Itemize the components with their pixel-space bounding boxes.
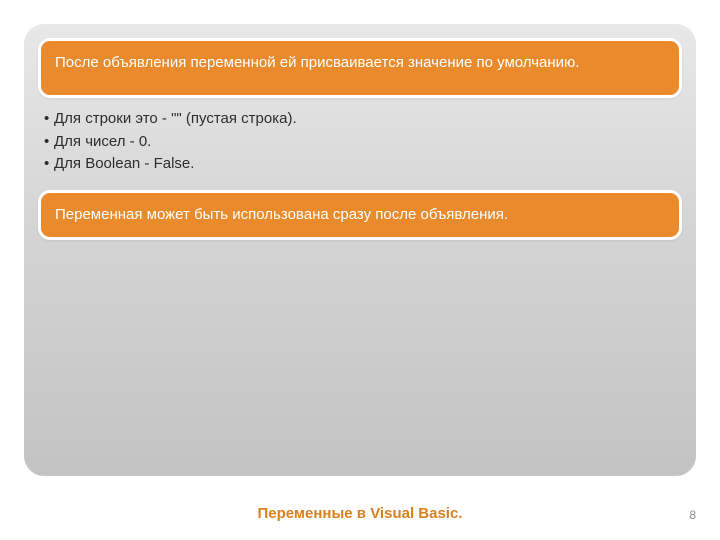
list-item: • Для чисел - 0. (44, 131, 676, 154)
callout-default-value-text: После объявления переменной ей присваива… (55, 54, 579, 71)
list-item: • Для Boolean - False. (44, 153, 676, 176)
bullet-dot: • (44, 153, 54, 176)
bullet-text: Для Boolean - False. (54, 153, 194, 176)
content-panel: После объявления переменной ей присваива… (24, 24, 696, 476)
bullet-text: Для строки это - "" (пустая строка). (54, 108, 297, 131)
bullet-list: • Для строки это - "" (пустая строка). •… (44, 108, 676, 176)
callout-usage-text: Переменная может быть использована сразу… (55, 205, 508, 225)
list-item: • Для строки это - "" (пустая строка). (44, 108, 676, 131)
bullet-dot: • (44, 108, 54, 131)
slide-title: Переменные в Visual Basic. (0, 505, 720, 522)
callout-default-value: После объявления переменной ей присваива… (38, 38, 682, 98)
callout-usage: Переменная может быть использована сразу… (38, 190, 682, 240)
bullet-text: Для чисел - 0. (54, 131, 151, 154)
page-number: 8 (689, 508, 696, 522)
bullet-dot: • (44, 131, 54, 154)
